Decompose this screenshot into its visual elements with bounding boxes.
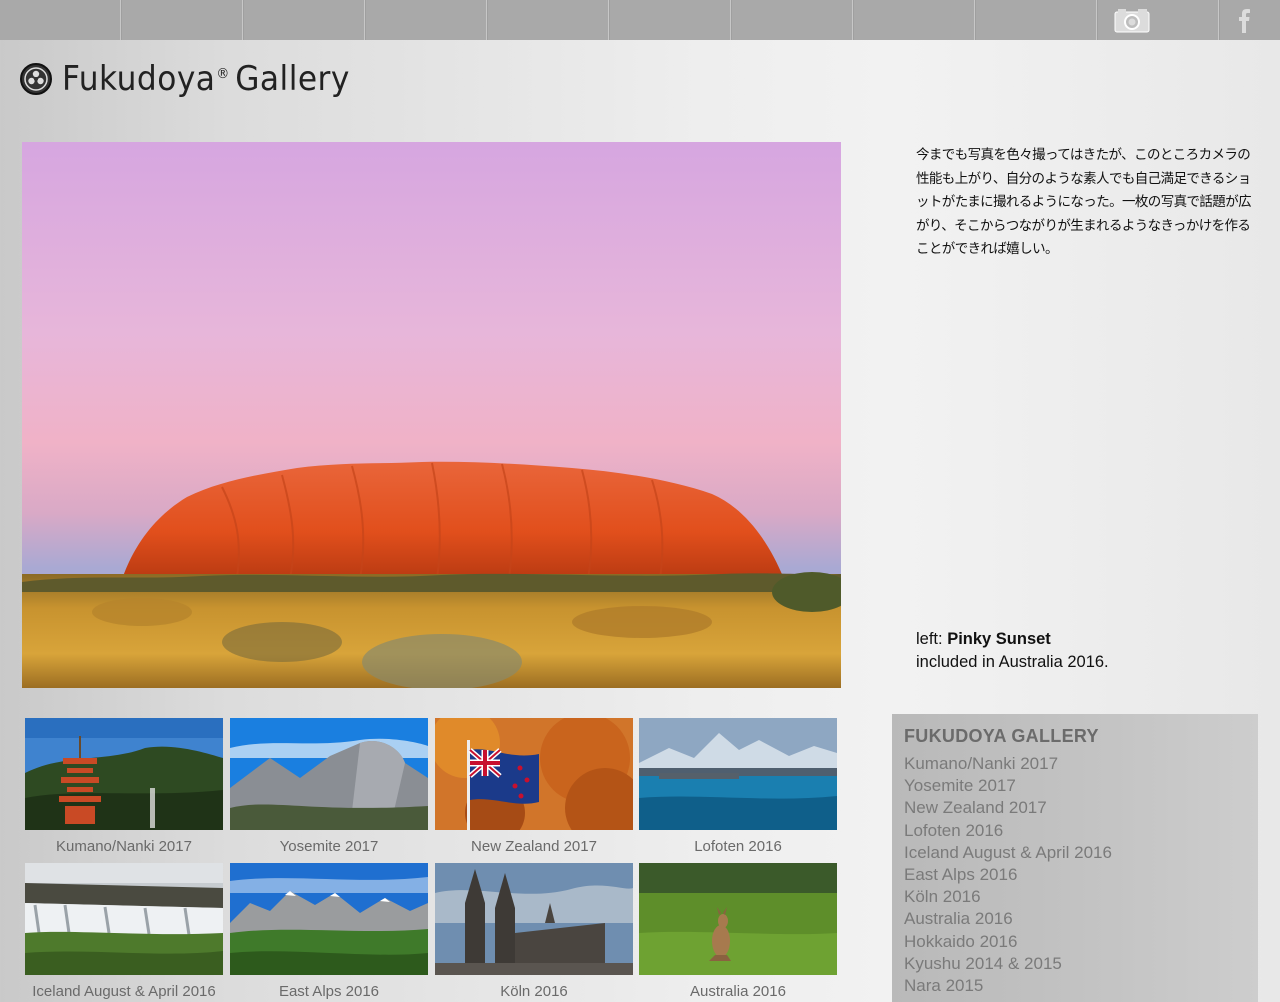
- nav-link-hokkaido[interactable]: Hokkaido 2016: [904, 931, 1246, 953]
- top-bar: [0, 0, 1280, 40]
- thumb-image: [25, 718, 223, 830]
- gallery-nav: FUKUDOYA GALLERY Kumano/Nanki 2017 Yosem…: [892, 714, 1258, 1002]
- thumb-kumano-nanki[interactable]: Kumano/Nanki 2017: [25, 718, 223, 855]
- thumb-label: Lofoten 2016: [694, 838, 782, 855]
- hero-image: [22, 142, 841, 688]
- thumb-yosemite[interactable]: Yosemite 2017: [230, 718, 428, 855]
- nav-link-kumano-nanki[interactable]: Kumano/Nanki 2017: [904, 753, 1246, 775]
- caption-prefix: left:: [916, 630, 948, 648]
- thumb-lofoten[interactable]: Lofoten 2016: [639, 718, 837, 855]
- intro-text: 今までも写真を色々撮ってはきたが、このところカメラの性能も上がり、自分のような素…: [916, 147, 1252, 257]
- nav-link-east-alps[interactable]: East Alps 2016: [904, 864, 1246, 886]
- thumb-image: [230, 718, 428, 830]
- logo-text: Fukudoya® Gallery: [62, 59, 350, 99]
- thumb-label: Kumano/Nanki 2017: [56, 838, 192, 855]
- nav-link-lofoten[interactable]: Lofoten 2016: [904, 820, 1246, 842]
- camera-icon[interactable]: [1112, 4, 1152, 36]
- thumb-label: Iceland August & April 2016: [32, 983, 216, 1000]
- gallery-nav-heading: FUKUDOYA GALLERY: [904, 726, 1099, 746]
- thumb-image: [25, 863, 223, 975]
- nav-link-koln[interactable]: Köln 2016: [904, 886, 1246, 908]
- thumb-image: [639, 863, 837, 975]
- thumb-label: Köln 2016: [500, 983, 568, 1000]
- thumb-koln[interactable]: Köln 2016: [435, 863, 633, 1000]
- logo-crest-icon: [20, 63, 52, 95]
- thumb-australia[interactable]: Australia 2016: [639, 863, 837, 1000]
- caption-title: Pinky Sunset: [947, 630, 1051, 648]
- thumb-image: [230, 863, 428, 975]
- thumb-new-zealand[interactable]: New Zealand 2017: [435, 718, 633, 855]
- thumb-label: Yosemite 2017: [279, 838, 379, 855]
- nav-link-nara[interactable]: Nara 2015: [904, 975, 1246, 997]
- nav-link-kyushu[interactable]: Kyushu 2014 & 2015: [904, 953, 1246, 975]
- thumb-label: New Zealand 2017: [471, 838, 597, 855]
- thumb-iceland[interactable]: Iceland August & April 2016: [25, 863, 223, 1000]
- thumb-image: [639, 718, 837, 830]
- site-logo[interactable]: Fukudoya® Gallery: [20, 52, 375, 106]
- nav-link-yosemite[interactable]: Yosemite 2017: [904, 775, 1246, 797]
- thumb-label: Australia 2016: [690, 983, 786, 1000]
- nav-link-australia[interactable]: Australia 2016: [904, 908, 1246, 930]
- thumb-image: [435, 718, 633, 830]
- hero-caption: left: Pinky Sunset included in Australia…: [916, 628, 1256, 674]
- thumb-east-alps[interactable]: East Alps 2016: [230, 863, 428, 1000]
- thumb-image: [435, 863, 633, 975]
- facebook-icon[interactable]: [1224, 4, 1264, 36]
- thumb-label: East Alps 2016: [278, 983, 380, 1000]
- nav-link-new-zealand[interactable]: New Zealand 2017: [904, 797, 1246, 819]
- caption-line2: included in Australia 2016.: [916, 653, 1109, 671]
- nav-link-iceland[interactable]: Iceland August & April 2016: [904, 842, 1246, 864]
